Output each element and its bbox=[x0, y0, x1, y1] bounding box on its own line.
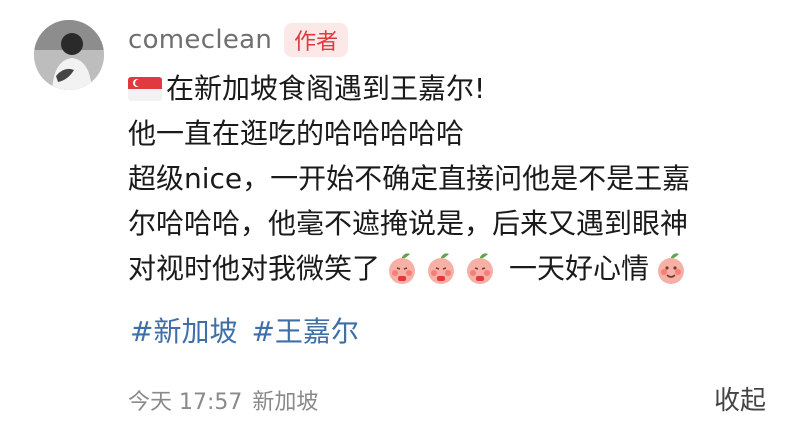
hashtag-link[interactable]: #王嘉尔 bbox=[251, 310, 358, 350]
username[interactable]: comeclean bbox=[128, 25, 272, 55]
content-line-1: 在新加坡食阁遇到王嘉尔! bbox=[128, 66, 788, 111]
content-line-4: 尔哈哈哈，他毫不遮掩说是，后来又遇到眼神 bbox=[128, 201, 788, 246]
content-line-5: 对视时他对我微笑了 一天好心情 bbox=[128, 246, 788, 291]
author-badge: 作者 bbox=[284, 23, 349, 57]
post-content: 在新加坡食阁遇到王嘉尔! 他一直在逛吃的哈哈哈哈哈 超级nice，一开始不确定直… bbox=[128, 66, 788, 291]
post-header: comeclean 作者 bbox=[128, 22, 349, 58]
peach-emoji-icon bbox=[467, 252, 494, 284]
avatar[interactable] bbox=[34, 20, 104, 90]
post-text: 对视时他对我微笑了 bbox=[128, 252, 381, 285]
peach-emoji-icon bbox=[389, 252, 416, 284]
post-text: 超级nice，一开始不确定直接问他是不是王嘉 bbox=[128, 162, 691, 195]
content-line-3: 超级nice，一开始不确定直接问他是不是王嘉 bbox=[128, 156, 788, 201]
post-text: 在新加坡食阁遇到王嘉尔! bbox=[166, 72, 486, 105]
post-text: 他一直在逛吃的哈哈哈哈哈 bbox=[128, 117, 465, 150]
peach-emoji-icon bbox=[658, 252, 685, 284]
hashtag-list: #新加坡 #王嘉尔 bbox=[130, 310, 359, 350]
collapse-button[interactable]: 收起 bbox=[714, 380, 766, 417]
hashtag-link[interactable]: #新加坡 bbox=[130, 310, 237, 350]
post-meta: 今天 17:57 新加坡 bbox=[128, 384, 318, 416]
content-line-2: 他一直在逛吃的哈哈哈哈哈 bbox=[128, 111, 788, 156]
post-text: 一天好心情 bbox=[509, 252, 650, 285]
peach-emoji-icon bbox=[428, 252, 455, 284]
singapore-flag-icon bbox=[128, 76, 162, 101]
post-time: 今天 17:57 bbox=[128, 390, 243, 415]
post-location: 新加坡 bbox=[252, 390, 319, 415]
post-text: 尔哈哈哈，他毫不遮掩说是，后来又遇到眼神 bbox=[128, 207, 689, 240]
avatar-image bbox=[34, 20, 104, 90]
